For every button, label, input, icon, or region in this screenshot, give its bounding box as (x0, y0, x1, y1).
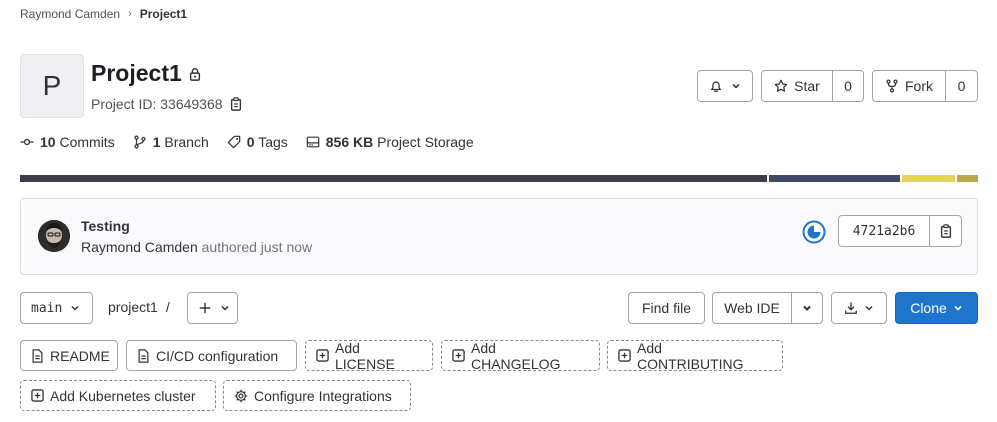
breadcrumb-current[interactable]: Project1 (140, 7, 187, 21)
add-kubernetes-label: Add Kubernetes cluster (50, 387, 196, 404)
tag-icon (227, 135, 241, 149)
copy-icon[interactable] (229, 97, 243, 111)
plus-square-icon (316, 349, 329, 362)
language-segment[interactable] (957, 175, 978, 182)
chevron-down-icon (220, 303, 230, 313)
add-to-tree-button[interactable] (187, 292, 238, 324)
bell-icon (709, 79, 723, 93)
readme-button[interactable]: README (20, 340, 118, 371)
add-contributing-label: Add CONTRIBUTING (637, 339, 744, 372)
storage-stat[interactable]: 856 KB Project Storage (306, 134, 474, 150)
readme-label: README (50, 347, 110, 364)
plus-square-icon (31, 389, 44, 402)
document-icon (31, 348, 44, 363)
tags-count: 0 (246, 134, 255, 150)
commit-author-line: Raymond Camden authored just now (81, 239, 312, 255)
project-name: Project1 (91, 60, 182, 86)
notifications-button[interactable] (697, 70, 753, 102)
add-license-button[interactable]: Add LICENSE (305, 339, 433, 372)
language-segment[interactable] (769, 175, 900, 182)
last-commit-panel: Testing Raymond Camden authored just now… (20, 198, 978, 275)
commits-stat[interactable]: 10 Commits (20, 134, 115, 150)
language-segment[interactable] (902, 175, 955, 182)
plus-square-icon (452, 349, 465, 362)
star-icon (774, 79, 788, 93)
add-contributing-button[interactable]: Add CONTRIBUTING (607, 339, 783, 372)
fork-count[interactable]: 0 (946, 70, 978, 102)
add-license-label: Add LICENSE (335, 339, 395, 372)
commit-author[interactable]: Raymond Camden (81, 239, 198, 255)
star-label: Star (794, 78, 820, 94)
project-title: Project1 (91, 60, 202, 87)
fork-group: Fork 0 (872, 70, 978, 102)
commit-icon (20, 135, 34, 149)
chevron-down-icon (864, 303, 874, 313)
repo-path: project1 / (108, 299, 170, 315)
copy-sha-button[interactable] (930, 215, 962, 247)
commits-count: 10 (40, 134, 56, 150)
chevron-down-icon (70, 303, 80, 313)
fork-label: Fork (905, 78, 933, 94)
plus-icon (198, 301, 212, 315)
lock-icon (188, 67, 202, 81)
repository-languages-bar[interactable] (20, 175, 978, 182)
add-changelog-button[interactable]: Add CHANGELOG (441, 339, 600, 372)
branches-stat[interactable]: 1 Branch (133, 134, 209, 150)
project-avatar: P (20, 54, 84, 118)
tags-label: Tags (258, 134, 288, 150)
branch-selector[interactable]: main (20, 292, 93, 324)
download-icon (844, 301, 858, 315)
language-segment[interactable] (20, 175, 767, 182)
clone-label: Clone (910, 300, 947, 316)
clone-button[interactable]: Clone (895, 292, 978, 324)
project-id-text: Project ID: 33649368 (91, 96, 223, 112)
star-count[interactable]: 0 (833, 70, 864, 102)
storage-icon (306, 135, 320, 149)
configure-integrations-button[interactable]: Configure Integrations (223, 380, 411, 411)
pipeline-status-icon[interactable] (802, 220, 826, 244)
storage-size: 856 KB (325, 134, 374, 150)
ci-cd-button[interactable]: CI/CD configuration (126, 340, 297, 371)
commits-label: Commits (59, 134, 115, 150)
breadcrumb-separator: › (128, 8, 132, 20)
add-changelog-label: Add CHANGELOG (471, 339, 561, 372)
download-button[interactable] (831, 292, 887, 324)
project-id: Project ID: 33649368 (91, 96, 243, 112)
author-avatar[interactable] (38, 220, 70, 252)
project-stats: 10 Commits 1 Branch 0 Tags 856 KB Projec… (20, 133, 492, 151)
ci-cd-label: CI/CD configuration (156, 347, 279, 364)
web-ide-button[interactable]: Web IDE (712, 292, 792, 324)
branch-icon (133, 135, 147, 149)
add-kubernetes-button[interactable]: Add Kubernetes cluster (20, 380, 216, 411)
fork-icon (885, 79, 899, 93)
star-group: Star 0 (761, 70, 864, 102)
commit-sha[interactable]: 4721a2b6 (838, 215, 930, 247)
chevron-down-icon (802, 303, 812, 313)
find-file-button[interactable]: Find file (628, 292, 705, 324)
storage-label: Project Storage (377, 134, 474, 150)
repo-path-separator: / (165, 299, 170, 315)
plus-square-icon (618, 349, 631, 362)
branch-name: main (31, 300, 63, 316)
repo-path-root[interactable]: project1 (108, 299, 158, 315)
fork-button[interactable]: Fork (872, 70, 946, 102)
commit-authored-text: authored just now (201, 239, 313, 255)
copy-icon (939, 224, 953, 238)
tags-stat[interactable]: 0 Tags (227, 134, 288, 150)
chevron-down-icon (953, 303, 963, 313)
breadcrumb-parent[interactable]: Raymond Camden (20, 7, 120, 21)
commit-title[interactable]: Testing (81, 218, 130, 234)
web-ide-dropdown[interactable] (792, 292, 823, 324)
branch-count: 1 (152, 134, 161, 150)
document-icon (137, 348, 150, 363)
commit-sha-group: 4721a2b6 (838, 215, 962, 247)
star-button[interactable]: Star (761, 70, 833, 102)
breadcrumb: Raymond Camden › Project1 (20, 6, 187, 22)
settings-icon (234, 389, 248, 403)
branch-label: Branch (164, 134, 209, 150)
web-ide-group: Web IDE (712, 292, 823, 324)
configure-integrations-label: Configure Integrations (254, 387, 392, 404)
chevron-down-icon (731, 81, 741, 91)
